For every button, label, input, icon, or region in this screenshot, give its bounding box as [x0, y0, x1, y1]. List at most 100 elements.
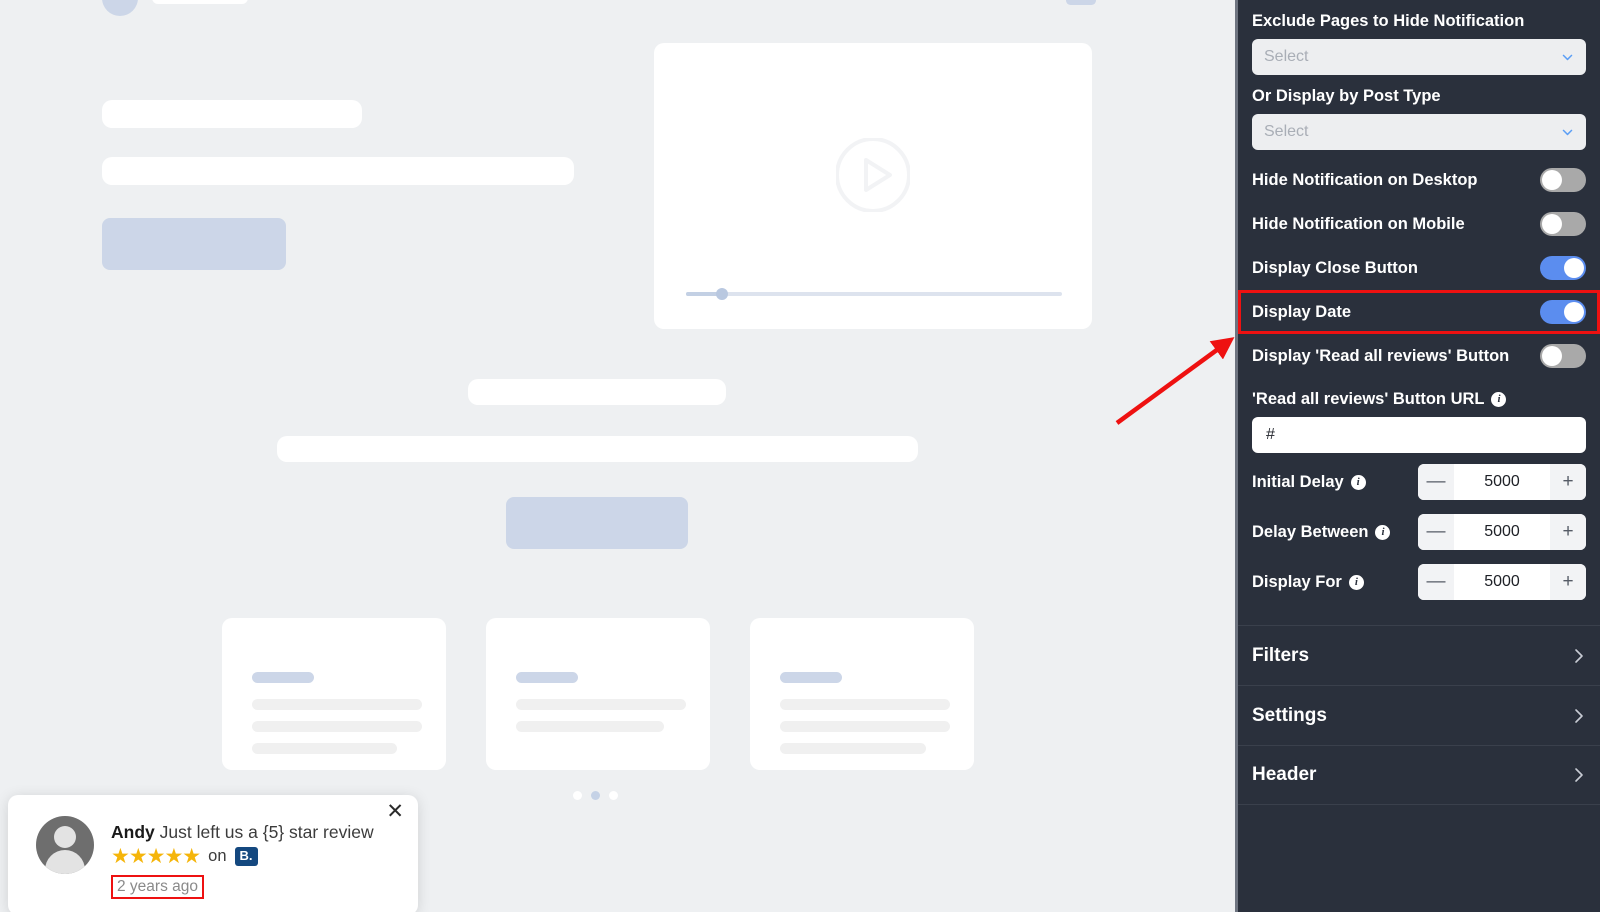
card-line-skeleton — [780, 721, 950, 732]
carousel-pagination[interactable] — [573, 791, 618, 800]
section-heading-skeleton — [468, 379, 726, 405]
toggle-switch-display-close-button[interactable] — [1540, 256, 1586, 280]
card-title-skeleton — [516, 672, 578, 683]
toggle-switch-hide-desktop[interactable] — [1540, 168, 1586, 192]
preview-avatar-skeleton — [102, 0, 138, 16]
toggle-row-display-read-all-reviews[interactable]: Display 'Read all reviews' Button — [1252, 334, 1586, 378]
toggle-switch-hide-mobile[interactable] — [1540, 212, 1586, 236]
exclude-pages-placeholder: Select — [1264, 48, 1309, 65]
accordion-item-settings[interactable]: Settings — [1238, 685, 1600, 745]
toggle-label: Hide Notification on Mobile — [1252, 214, 1465, 233]
card-line-skeleton — [252, 721, 422, 732]
avatar-head — [54, 826, 76, 848]
post-type-select[interactable]: Select — [1252, 114, 1586, 150]
card-line-skeleton — [780, 743, 926, 754]
toggle-label: Display Close Button — [1252, 258, 1418, 277]
settings-sidebar-panel: Exclude Pages to Hide Notification Selec… — [1235, 0, 1600, 912]
video-progress-knob[interactable] — [716, 288, 728, 300]
display-for-label: Display For i — [1252, 573, 1364, 592]
decrement-button[interactable]: — — [1418, 564, 1454, 600]
increment-button[interactable]: + — [1550, 564, 1586, 600]
toggle-knob — [1542, 170, 1562, 190]
button-url-input[interactable]: # — [1252, 417, 1586, 453]
increment-button[interactable]: + — [1550, 464, 1586, 500]
video-placeholder-card[interactable] — [654, 43, 1092, 329]
avatar — [36, 816, 94, 874]
exclude-pages-select[interactable]: Select — [1252, 39, 1586, 75]
delay-between-label: Delay Between i — [1252, 522, 1391, 542]
section-text-skeleton — [277, 436, 918, 462]
toggle-row-display-date[interactable]: Display Date — [1238, 290, 1600, 334]
delay-between-stepper[interactable]: — 5000 + — [1418, 514, 1586, 550]
card-line-skeleton — [516, 721, 664, 732]
preview-topright-skeleton — [1066, 0, 1096, 5]
toggle-label: Hide Notification on Desktop — [1252, 170, 1478, 189]
accordion-label: Settings — [1252, 704, 1327, 726]
stepper-row-display-for: Display For i — 5000 + — [1252, 557, 1586, 607]
content-card — [750, 618, 974, 770]
card-title-skeleton — [252, 672, 314, 683]
initial-delay-label: Initial Delay i — [1252, 473, 1366, 492]
screen-root: ✕ Andy Just left us a {5} star review ★★… — [0, 0, 1600, 912]
review-message-text: Just left us a {5} star review — [159, 822, 374, 842]
avatar-body — [45, 850, 85, 874]
card-title-skeleton — [780, 672, 842, 683]
chevron-right-icon — [1575, 648, 1583, 663]
card-line-skeleton — [780, 699, 950, 710]
display-for-label-text: Display For — [1252, 572, 1342, 591]
chevron-right-icon — [1575, 768, 1583, 782]
delay-between-label-text: Delay Between — [1252, 522, 1369, 541]
decrement-button[interactable]: — — [1418, 464, 1454, 500]
display-for-stepper[interactable]: — 5000 + — [1418, 564, 1586, 600]
stepper-row-initial-delay: Initial Delay i — 5000 + — [1252, 457, 1586, 507]
initial-delay-value[interactable]: 5000 — [1454, 464, 1550, 500]
reviewer-name: Andy — [111, 822, 155, 842]
accordion-item-header[interactable]: Header — [1238, 745, 1600, 805]
toggle-label: Display 'Read all reviews' Button — [1252, 346, 1510, 365]
hero-subheading-skeleton — [102, 157, 574, 185]
increment-button[interactable]: + — [1550, 514, 1586, 550]
initial-delay-label-text: Initial Delay — [1252, 472, 1344, 491]
toggle-switch-display-date[interactable] — [1540, 300, 1586, 324]
exclude-pages-label: Exclude Pages to Hide Notification — [1252, 12, 1525, 30]
decrement-button[interactable]: — — [1418, 514, 1454, 550]
chevron-down-icon — [1562, 54, 1573, 61]
toggle-row-hide-desktop[interactable]: Hide Notification on Desktop — [1252, 158, 1586, 202]
button-url-label-text: 'Read all reviews' Button URL — [1252, 390, 1485, 408]
info-icon[interactable]: i — [1350, 474, 1366, 490]
close-icon[interactable]: ✕ — [386, 801, 404, 822]
settings-panel-body: Exclude Pages to Hide Notification Selec… — [1238, 12, 1600, 607]
toggle-knob — [1542, 214, 1562, 234]
delay-between-value[interactable]: 5000 — [1454, 514, 1550, 550]
initial-delay-stepper[interactable]: — 5000 + — [1418, 464, 1586, 500]
carousel-dot[interactable] — [573, 791, 582, 800]
on-label: on — [208, 847, 227, 865]
accordion-label: Header — [1252, 764, 1317, 785]
accordion-item-filters[interactable]: Filters — [1238, 625, 1600, 685]
platform-badge: B. — [234, 847, 258, 866]
info-icon[interactable]: i — [1491, 392, 1507, 407]
card-line-skeleton — [252, 699, 422, 710]
site-preview-area: ✕ Andy Just left us a {5} star review ★★… — [0, 0, 1235, 912]
toggle-knob — [1564, 258, 1584, 278]
post-type-placeholder: Select — [1264, 123, 1309, 140]
preview-topbar-skeleton — [152, 0, 248, 4]
video-progress-track[interactable] — [686, 288, 1062, 300]
info-icon[interactable]: i — [1375, 524, 1391, 540]
accordion-label: Filters — [1252, 644, 1310, 666]
info-icon[interactable]: i — [1348, 574, 1364, 590]
accordion-sections: Filters Settings Header — [1238, 625, 1600, 805]
stepper-row-delay-between: Delay Between i — 5000 + — [1252, 507, 1586, 557]
toggle-row-display-close-button[interactable]: Display Close Button — [1252, 246, 1586, 290]
chevron-right-icon — [1575, 708, 1583, 723]
toggle-switch-read-all-reviews[interactable] — [1540, 344, 1586, 368]
display-for-value[interactable]: 5000 — [1454, 564, 1550, 600]
review-notification-popup[interactable]: ✕ Andy Just left us a {5} star review ★★… — [8, 795, 418, 912]
carousel-dot[interactable] — [609, 791, 618, 800]
notification-message: Andy Just left us a {5} star review — [111, 822, 374, 843]
review-date: 2 years ago — [111, 875, 204, 899]
carousel-dot-active[interactable] — [591, 791, 600, 800]
content-card — [486, 618, 710, 770]
toggle-row-hide-mobile[interactable]: Hide Notification on Mobile — [1252, 202, 1586, 246]
notification-rating-row: ★★★★★ on B. — [111, 846, 258, 867]
